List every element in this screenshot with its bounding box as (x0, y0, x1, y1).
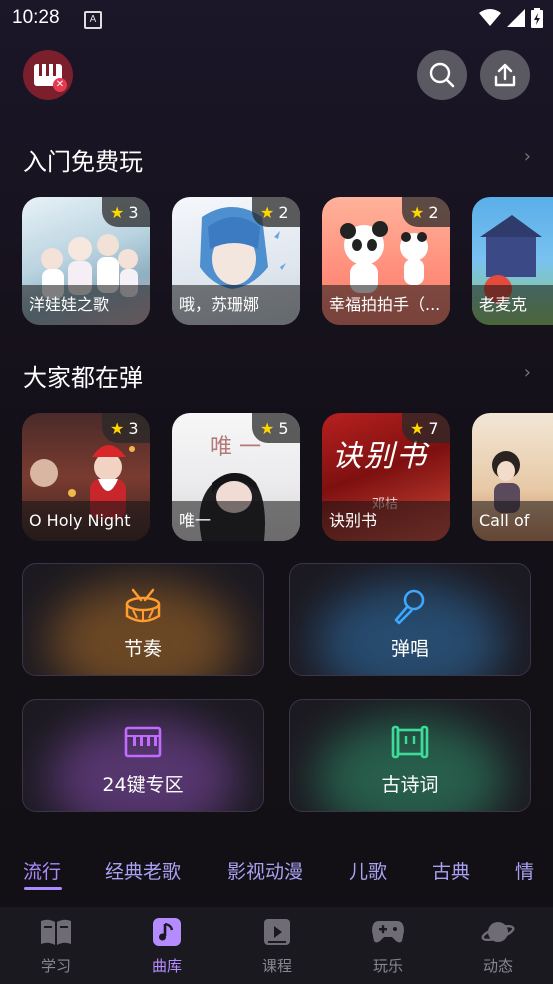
popular-songs-row: ★3 O Holy Night 唯 一 ★5 唯一 诀别书 邓桔 ★7 诀别书 … (22, 413, 553, 543)
tab-classic-oldies[interactable]: 经典老歌 (105, 857, 181, 884)
star-icon: ★ (410, 202, 425, 222)
microphone-icon (394, 589, 425, 625)
status-bar: 10:28 A (0, 0, 553, 38)
battery-icon (531, 8, 543, 28)
scroll-icon (391, 725, 429, 759)
share-button[interactable] (480, 50, 530, 100)
poetry-label: 古诗词 (381, 774, 439, 796)
nav-moments[interactable]: 动态 (453, 915, 543, 976)
status-icons (479, 8, 543, 28)
song-title: 哦，苏珊娜 (172, 285, 300, 325)
rating-badge: ★ 2 (252, 197, 300, 227)
song-card[interactable]: 唯 一 ★ 5 唯一 (172, 413, 300, 541)
tab-pop[interactable]: 流行 (23, 857, 61, 884)
wifi-icon (479, 9, 501, 26)
signal-icon (507, 9, 525, 27)
rating-badge: ★ 3 (102, 413, 150, 443)
song-title: 老麦克 (472, 285, 553, 325)
drum-icon (125, 588, 161, 623)
rhythm-label: 节奏 (123, 638, 162, 660)
star-icon: ★ (410, 418, 425, 438)
status-time: 10:28 (12, 7, 60, 28)
search-button[interactable] (417, 50, 467, 100)
section-title-free: 入门免费玩 (23, 148, 143, 176)
star-icon: ★ (110, 418, 125, 438)
chevron-right-icon[interactable]: › (524, 146, 531, 167)
song-card[interactable]: ★ 2 幸福拍拍手（... (322, 197, 450, 325)
poetry-tile[interactable]: 古诗词 (289, 699, 531, 812)
sing-along-label: 弹唱 (390, 638, 429, 660)
top-bar: ✕ (0, 50, 553, 102)
song-card[interactable]: ★ 3 O Holy Night (22, 413, 150, 541)
share-icon (494, 63, 516, 87)
music-note-icon (153, 918, 181, 946)
notification-icon: A (84, 11, 102, 29)
free-songs-row: ★ 3 洋娃娃之歌 ★ 2 哦，苏珊娜 ★ 2 幸福拍拍手（... 老麦克 (22, 197, 553, 327)
rating-badge: ★ 7 (402, 413, 450, 443)
keyboard-24-label: 24键专区 (102, 774, 184, 796)
song-title: 诀别书 (322, 501, 450, 541)
gamepad-icon (372, 921, 404, 943)
nav-courses[interactable]: 课程 (232, 915, 322, 976)
rating-badge: ★ 5 (252, 413, 300, 443)
nav-play[interactable]: 玩乐 (343, 915, 433, 976)
genre-tabs: 流行 经典老歌 影视动漫 儿歌 古典 情 (0, 845, 553, 895)
close-badge-icon: ✕ (53, 78, 67, 92)
song-card[interactable]: ★ 2 哦，苏珊娜 (172, 197, 300, 325)
song-card[interactable]: Call of (472, 413, 553, 541)
piano-logo-icon[interactable]: ✕ (23, 50, 73, 100)
song-card[interactable]: 诀别书 邓桔 ★7 诀别书 (322, 413, 450, 541)
star-icon: ★ (260, 202, 275, 222)
tab-classical[interactable]: 古典 (432, 857, 470, 884)
song-title: 唯一 (172, 501, 300, 541)
video-course-icon (264, 919, 290, 945)
song-title: O Holy Night (22, 501, 150, 541)
keyboard-24-tile[interactable]: 24键专区 (22, 699, 264, 812)
chevron-right-icon[interactable]: › (524, 362, 531, 383)
section-title-popular: 大家都在弹 (23, 364, 143, 392)
book-icon (41, 919, 71, 945)
nav-library[interactable]: 曲库 (122, 915, 212, 976)
active-tab-indicator (24, 887, 62, 890)
rating-badge: ★ 3 (102, 197, 150, 227)
song-title: Call of (472, 501, 553, 541)
song-card[interactable]: ★ 3 洋娃娃之歌 (22, 197, 150, 325)
tab-film-anime[interactable]: 影视动漫 (227, 857, 303, 884)
planet-icon (481, 922, 515, 942)
rhythm-tile[interactable]: 节奏 (22, 563, 264, 676)
nav-learn[interactable]: 学习 (11, 915, 101, 976)
search-icon (429, 62, 455, 88)
keyboard-icon (124, 726, 162, 758)
star-icon: ★ (110, 202, 125, 222)
rating-badge: ★ 2 (402, 197, 450, 227)
tab-children[interactable]: 儿歌 (349, 857, 387, 884)
tab-love[interactable]: 情 (515, 857, 534, 884)
song-card[interactable]: 老麦克 (472, 197, 553, 325)
bottom-nav: 学习 曲库 课程 玩乐 动态 (0, 907, 553, 984)
song-title: 幸福拍拍手（... (322, 285, 450, 325)
sing-along-tile[interactable]: 弹唱 (289, 563, 531, 676)
star-icon: ★ (260, 418, 275, 438)
song-title: 洋娃娃之歌 (22, 285, 150, 325)
